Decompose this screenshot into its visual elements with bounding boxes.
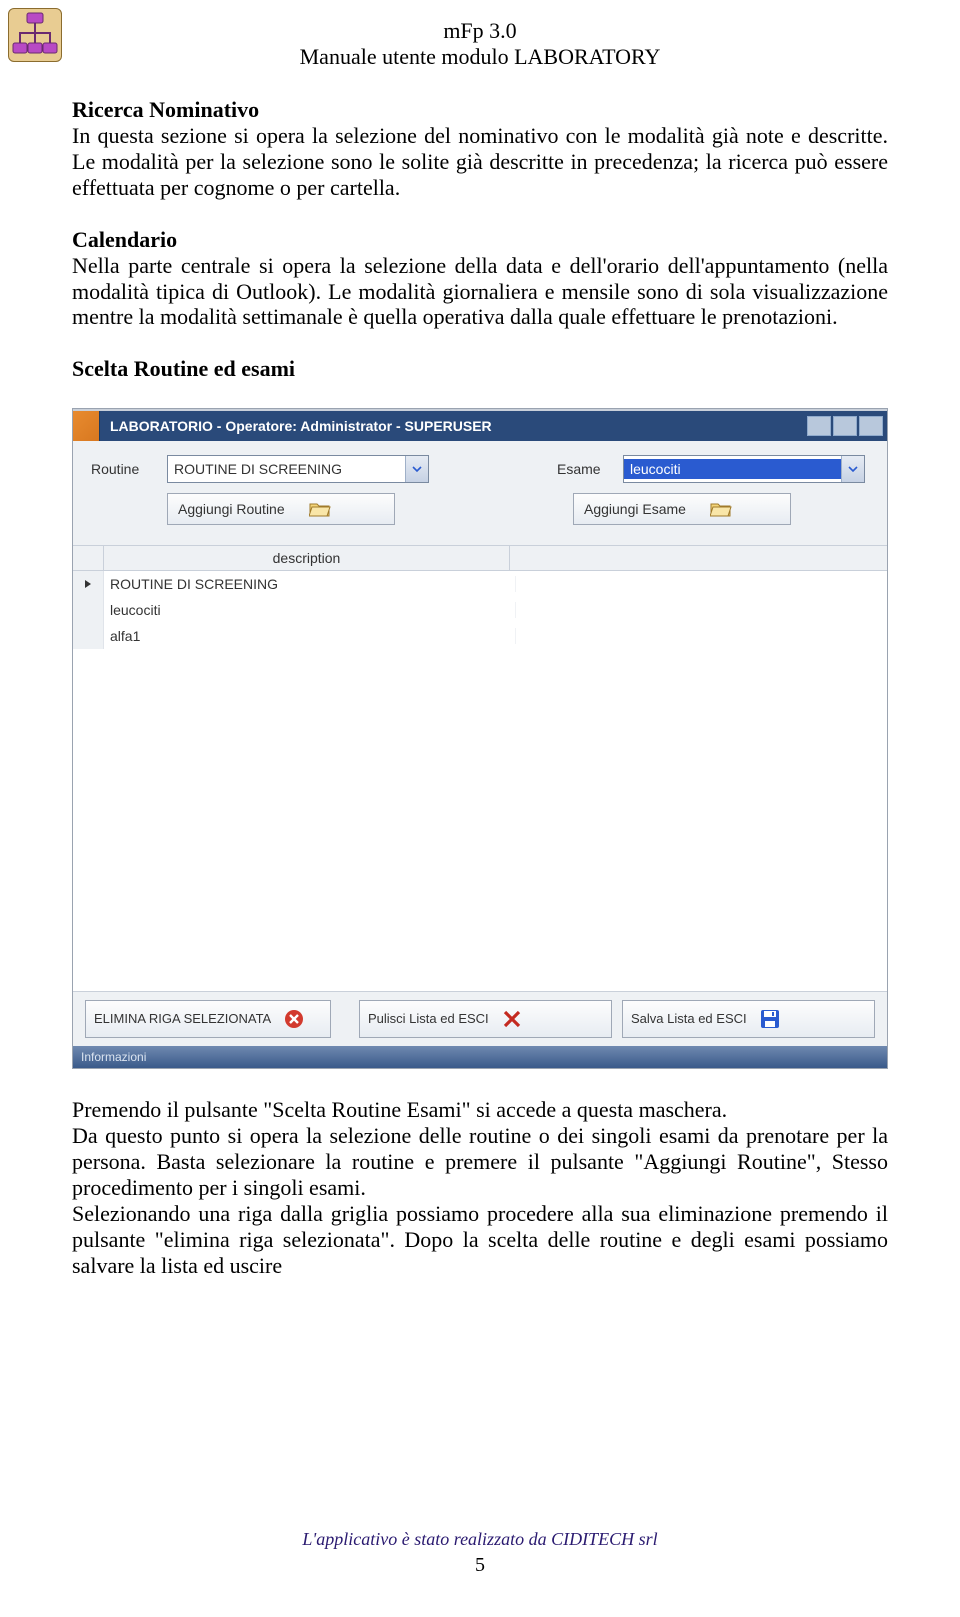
status-text: Informazioni bbox=[81, 1050, 146, 1064]
table-row[interactable]: alfa1 bbox=[73, 623, 887, 649]
section-title-calendario: Calendario bbox=[72, 227, 177, 252]
table-row[interactable]: leucociti bbox=[73, 597, 887, 623]
maximize-button[interactable] bbox=[833, 416, 857, 436]
cancel-icon bbox=[501, 1008, 523, 1030]
add-esame-button[interactable]: Aggiungi Esame bbox=[573, 493, 791, 525]
grid-body[interactable]: ROUTINE DI SCREENING leucociti alfa1 bbox=[73, 571, 887, 991]
grid-header: description bbox=[73, 546, 887, 571]
status-bar: Informazioni bbox=[73, 1046, 887, 1068]
folder-open-icon bbox=[309, 500, 331, 518]
esame-combo-value: leucociti bbox=[624, 459, 841, 479]
window-title: LABORATORIO - Operatore: Administrator -… bbox=[100, 418, 805, 434]
clear-exit-label: Pulisci Lista ed ESCI bbox=[368, 1012, 489, 1026]
org-chart-icon bbox=[8, 8, 62, 62]
doc-header: mFp 3.0 Manuale utente modulo LABORATORY bbox=[72, 0, 888, 71]
routine-combo[interactable]: ROUTINE DI SCREENING bbox=[167, 455, 429, 483]
bottom-toolbar: ELIMINA RIGA SELEZIONATA Pulisci Lista e… bbox=[73, 991, 887, 1046]
chevron-down-icon bbox=[405, 456, 428, 482]
col-description[interactable]: description bbox=[104, 546, 510, 570]
section-text-ricerca: In questa sezione si opera la selezione … bbox=[72, 123, 888, 200]
add-esame-label: Aggiungi Esame bbox=[584, 501, 686, 517]
delete-icon bbox=[283, 1008, 305, 1030]
add-routine-label: Aggiungi Routine bbox=[178, 501, 285, 517]
after-p3: Selezionando una riga dalla griglia poss… bbox=[72, 1201, 888, 1278]
table-row[interactable]: ROUTINE DI SCREENING bbox=[73, 571, 887, 597]
clear-exit-button[interactable]: Pulisci Lista ed ESCI bbox=[359, 1000, 612, 1038]
screenshot-window: LABORATORIO - Operatore: Administrator -… bbox=[72, 408, 888, 1069]
section-title-ricerca: Ricerca Nominativo bbox=[72, 97, 259, 122]
save-exit-button[interactable]: Salva Lista ed ESCI bbox=[622, 1000, 875, 1038]
routine-label: Routine bbox=[91, 461, 153, 477]
minimize-button[interactable] bbox=[807, 416, 831, 436]
esame-combo[interactable]: leucociti bbox=[623, 455, 865, 483]
footer-credit: L'applicativo è stato realizzato da CIDI… bbox=[72, 1529, 888, 1550]
close-button[interactable] bbox=[859, 416, 883, 436]
delete-row-button[interactable]: ELIMINA RIGA SELEZIONATA bbox=[85, 1000, 331, 1038]
section-title-scelta: Scelta Routine ed esami bbox=[72, 356, 295, 381]
section-scelta: Scelta Routine ed esami bbox=[72, 356, 888, 382]
after-p1: Premendo il pulsante "Scelta Routine Esa… bbox=[72, 1097, 727, 1122]
after-p2: Da questo punto si opera la selezione de… bbox=[72, 1123, 888, 1200]
form-area: Routine ROUTINE DI SCREENING Esame leuco… bbox=[73, 441, 887, 546]
delete-row-label: ELIMINA RIGA SELEZIONATA bbox=[94, 1012, 271, 1026]
page-number: 5 bbox=[72, 1554, 888, 1577]
header-line1: mFp 3.0 bbox=[72, 18, 888, 44]
header-line2: Manuale utente modulo LABORATORY bbox=[72, 44, 888, 70]
folder-open-icon bbox=[710, 500, 732, 518]
esame-label: Esame bbox=[557, 461, 609, 477]
after-text: Premendo il pulsante "Scelta Routine Esa… bbox=[72, 1097, 888, 1279]
save-icon bbox=[759, 1008, 781, 1030]
titlebar-corner-icon bbox=[73, 411, 100, 441]
save-exit-label: Salva Lista ed ESCI bbox=[631, 1012, 747, 1026]
window-titlebar: LABORATORIO - Operatore: Administrator -… bbox=[73, 411, 887, 441]
section-ricerca: Ricerca Nominativo In questa sezione si … bbox=[72, 97, 888, 201]
chevron-down-icon bbox=[841, 456, 864, 482]
section-calendario: Calendario Nella parte centrale si opera… bbox=[72, 227, 888, 331]
routine-combo-value: ROUTINE DI SCREENING bbox=[168, 461, 405, 477]
add-routine-button[interactable]: Aggiungi Routine bbox=[167, 493, 395, 525]
row-pointer-icon bbox=[73, 571, 104, 597]
section-text-calendario: Nella parte centrale si opera la selezio… bbox=[72, 253, 888, 330]
